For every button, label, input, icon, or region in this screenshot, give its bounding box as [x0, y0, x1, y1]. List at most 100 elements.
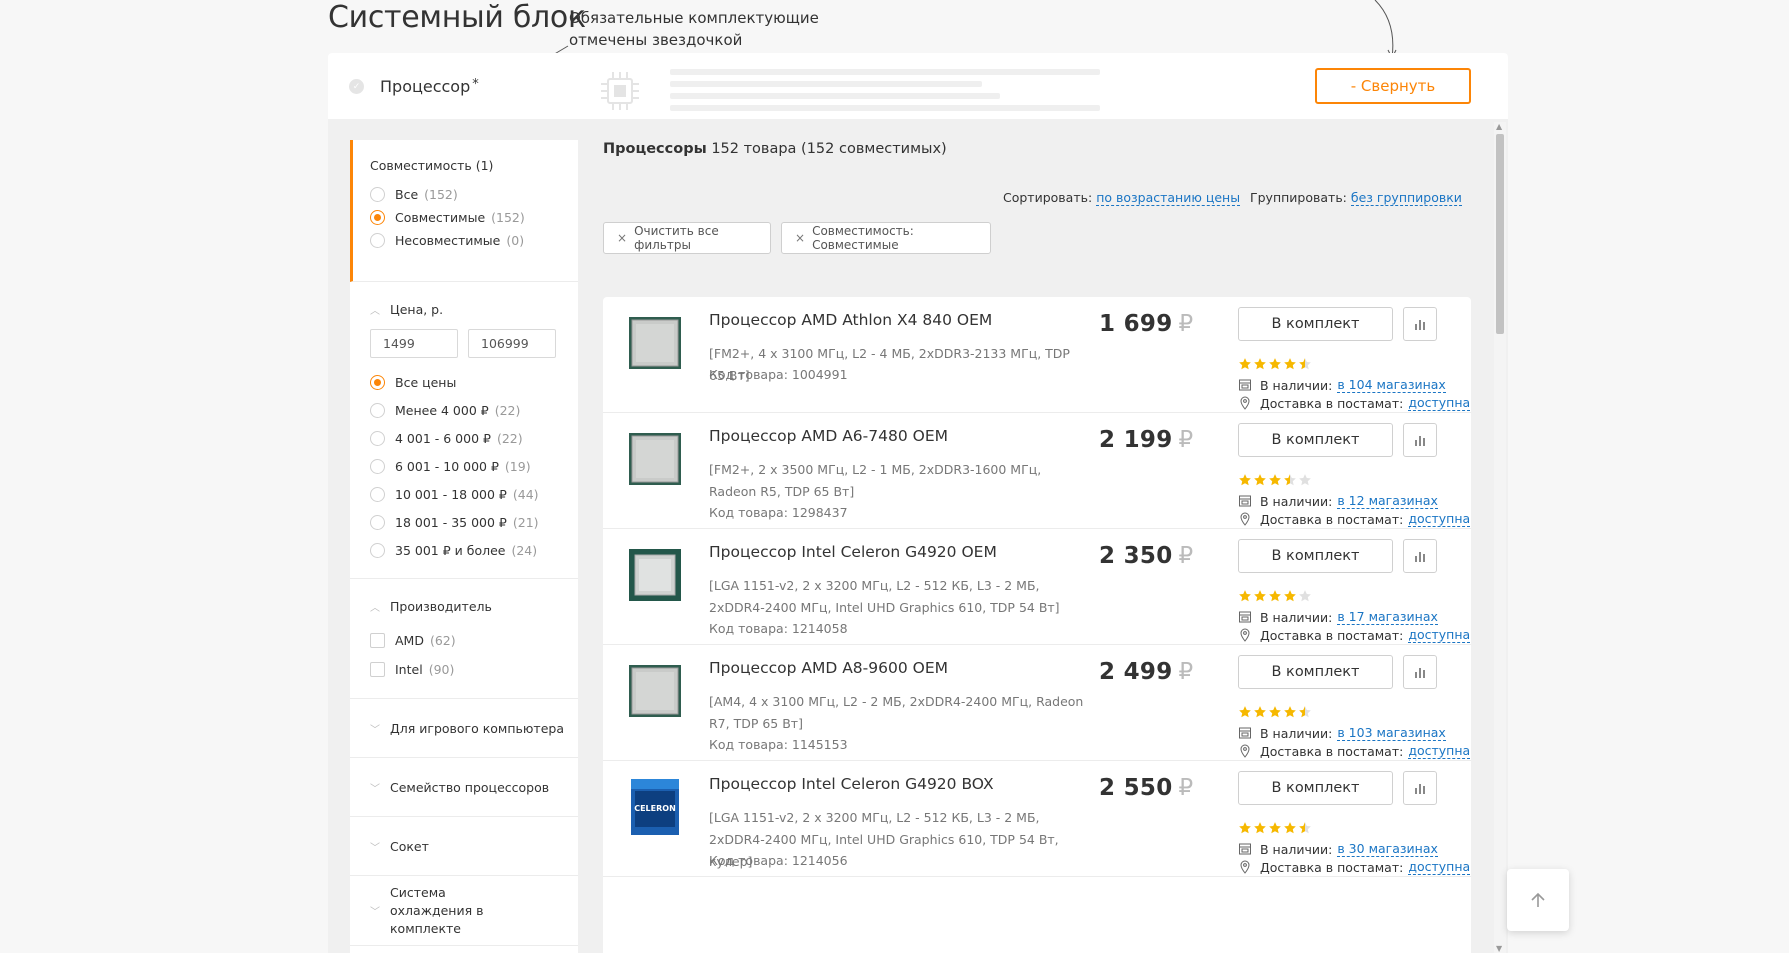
price-option[interactable]: 10 001 - 18 000 ₽ (44): [370, 480, 578, 508]
checkbox[interactable]: [370, 633, 385, 648]
checkbox[interactable]: [370, 662, 385, 677]
price-option[interactable]: Менее 4 000 ₽ (22): [370, 396, 578, 424]
product-image[interactable]: [625, 313, 685, 373]
radio-button[interactable]: [370, 210, 385, 225]
product-name[interactable]: Процессор Intel Celeron G4920 BOX: [709, 775, 994, 793]
product-specs: [LGA 1151-v2, 2 x 3200 МГц, L2 - 512 КБ,…: [709, 578, 1060, 615]
filter-collapsed-section[interactable]: ﹀ Для игрового компьютера: [350, 699, 578, 758]
add-to-build-button[interactable]: В комплект: [1238, 655, 1393, 689]
compare-button[interactable]: [1403, 539, 1437, 573]
availability: В наличии: в 17 магазинах: [1238, 609, 1438, 625]
price-min-input[interactable]: [370, 329, 458, 358]
sort-control: Сортировать: по возрастанию цены: [1003, 190, 1241, 206]
currency-sign: ₽: [1178, 775, 1194, 801]
rating-stars: [1238, 589, 1313, 603]
product-code: Код товара: 1145153: [709, 737, 848, 752]
back-to-top-button[interactable]: [1507, 869, 1569, 931]
stores-link[interactable]: в 104 магазинах: [1337, 377, 1446, 393]
store-icon: [1239, 843, 1251, 855]
compare-button[interactable]: [1403, 655, 1437, 689]
delivery-link[interactable]: доступна: [1408, 743, 1471, 759]
radio-button[interactable]: [370, 233, 385, 248]
filter-collapsed-section[interactable]: ﹀ Семейство процессоров: [350, 758, 578, 817]
option-label: Совместимые: [395, 210, 486, 225]
add-to-build-button[interactable]: В комплект: [1238, 307, 1393, 341]
compare-button[interactable]: [1403, 423, 1437, 457]
scroll-up-icon[interactable]: ▲: [1496, 122, 1502, 131]
scrollbar[interactable]: ▲ ▼: [1494, 122, 1506, 953]
delivery: Доставка в постамат: доступна: [1238, 395, 1471, 411]
product-name[interactable]: Процессор Intel Celeron G4920 OEM: [709, 543, 997, 561]
availability: В наличии: в 104 магазинах: [1238, 377, 1446, 393]
check-circle-icon: ✓: [349, 79, 364, 94]
group-link[interactable]: без группировки: [1350, 190, 1462, 206]
rating-stars: [1238, 357, 1313, 371]
compat-filter-chip[interactable]: × Совместимость: Совместимые: [781, 222, 991, 254]
delivery-link[interactable]: доступна: [1408, 511, 1471, 527]
price-option[interactable]: Все цены: [370, 368, 578, 396]
product-image[interactable]: [625, 545, 685, 605]
compare-button[interactable]: [1403, 307, 1437, 341]
location-pin-icon: [1240, 860, 1250, 874]
price-option[interactable]: 18 001 - 35 000 ₽ (21): [370, 508, 578, 536]
bar-chart-icon: [1415, 320, 1425, 330]
delivery-link[interactable]: доступна: [1408, 627, 1471, 643]
rating-stars: [1238, 821, 1313, 835]
radio-button[interactable]: [370, 514, 385, 530]
product-image[interactable]: CELERON: [625, 777, 685, 837]
product-image[interactable]: [625, 429, 685, 489]
radio-button[interactable]: [370, 374, 385, 390]
radio-button[interactable]: [370, 458, 385, 474]
compat-option[interactable]: Совместимые (152): [370, 206, 578, 229]
radio-button[interactable]: [370, 187, 385, 202]
clear-filters-chip[interactable]: × Очистить все фильтры: [603, 222, 771, 254]
maker-option[interactable]: Intel (90): [370, 655, 578, 684]
star-icon: [1269, 590, 1281, 602]
price-option[interactable]: 6 001 - 10 000 ₽ (19): [370, 452, 578, 480]
option-count: (22): [494, 402, 521, 418]
chevron-down-icon: ﹀: [370, 842, 380, 854]
delivery-link[interactable]: доступна: [1408, 859, 1471, 875]
product-name[interactable]: Процессор AMD A8-9600 OEM: [709, 659, 948, 677]
radio-button[interactable]: [370, 486, 385, 502]
add-to-build-button[interactable]: В комплект: [1238, 539, 1393, 573]
stores-link[interactable]: в 30 магазинах: [1337, 841, 1438, 857]
stores-link[interactable]: в 12 магазинах: [1337, 493, 1438, 509]
product-name[interactable]: Процессор AMD A6-7480 OEM: [709, 427, 948, 445]
filter-collapsed-section[interactable]: ﹀ Система охлаждения в комплекте: [350, 876, 578, 946]
box-label: CELERON: [634, 804, 676, 813]
stores-link[interactable]: в 103 магазинах: [1337, 725, 1446, 741]
option-count: (90): [428, 662, 455, 677]
scroll-thumb[interactable]: [1496, 134, 1504, 334]
maker-title[interactable]: ︿ Производитель: [370, 599, 578, 614]
add-to-build-button[interactable]: В комплект: [1238, 771, 1393, 805]
arrow-up-icon: [1531, 892, 1545, 907]
option-label: Несовместимые: [395, 233, 501, 248]
radio-button[interactable]: [370, 402, 385, 418]
price-option[interactable]: 4 001 - 6 000 ₽ (22): [370, 424, 578, 452]
collapse-button[interactable]: - Свернуть: [1315, 68, 1471, 104]
sort-link[interactable]: по возрастанию цены: [1096, 190, 1241, 206]
radio-button[interactable]: [370, 542, 385, 558]
price-max-input[interactable]: [468, 329, 556, 358]
delivery: Доставка в постамат: доступна: [1238, 743, 1471, 759]
compat-option[interactable]: Несовместимые (0): [370, 229, 578, 252]
filter-collapsed-section[interactable]: ﹀ Сокет: [350, 817, 578, 876]
product-card: Процессор AMD A6-7480 OEM [FM2+, 2 x 3500…: [603, 413, 1471, 529]
stores-link[interactable]: в 17 магазинах: [1337, 609, 1438, 625]
section-label: Семейство процессоров: [390, 779, 550, 795]
compare-button[interactable]: [1403, 771, 1437, 805]
product-card: Процессор AMD Athlon X4 840 OEM [FM2+, 4 …: [603, 297, 1471, 413]
price-option[interactable]: 35 001 ₽ и более (24): [370, 536, 578, 564]
rating-stars: [1238, 473, 1313, 487]
product-image[interactable]: [625, 661, 685, 721]
add-to-build-button[interactable]: В комплект: [1238, 423, 1393, 457]
compat-option[interactable]: Все (152): [370, 183, 578, 206]
product-name[interactable]: Процессор AMD Athlon X4 840 OEM: [709, 311, 992, 329]
star-icon: [1284, 358, 1296, 370]
scroll-down-icon[interactable]: ▼: [1496, 944, 1502, 953]
radio-button[interactable]: [370, 430, 385, 446]
delivery-link[interactable]: доступна: [1408, 395, 1471, 411]
price-title[interactable]: ︿ Цена, р.: [370, 302, 578, 317]
maker-option[interactable]: AMD (62): [370, 626, 578, 655]
